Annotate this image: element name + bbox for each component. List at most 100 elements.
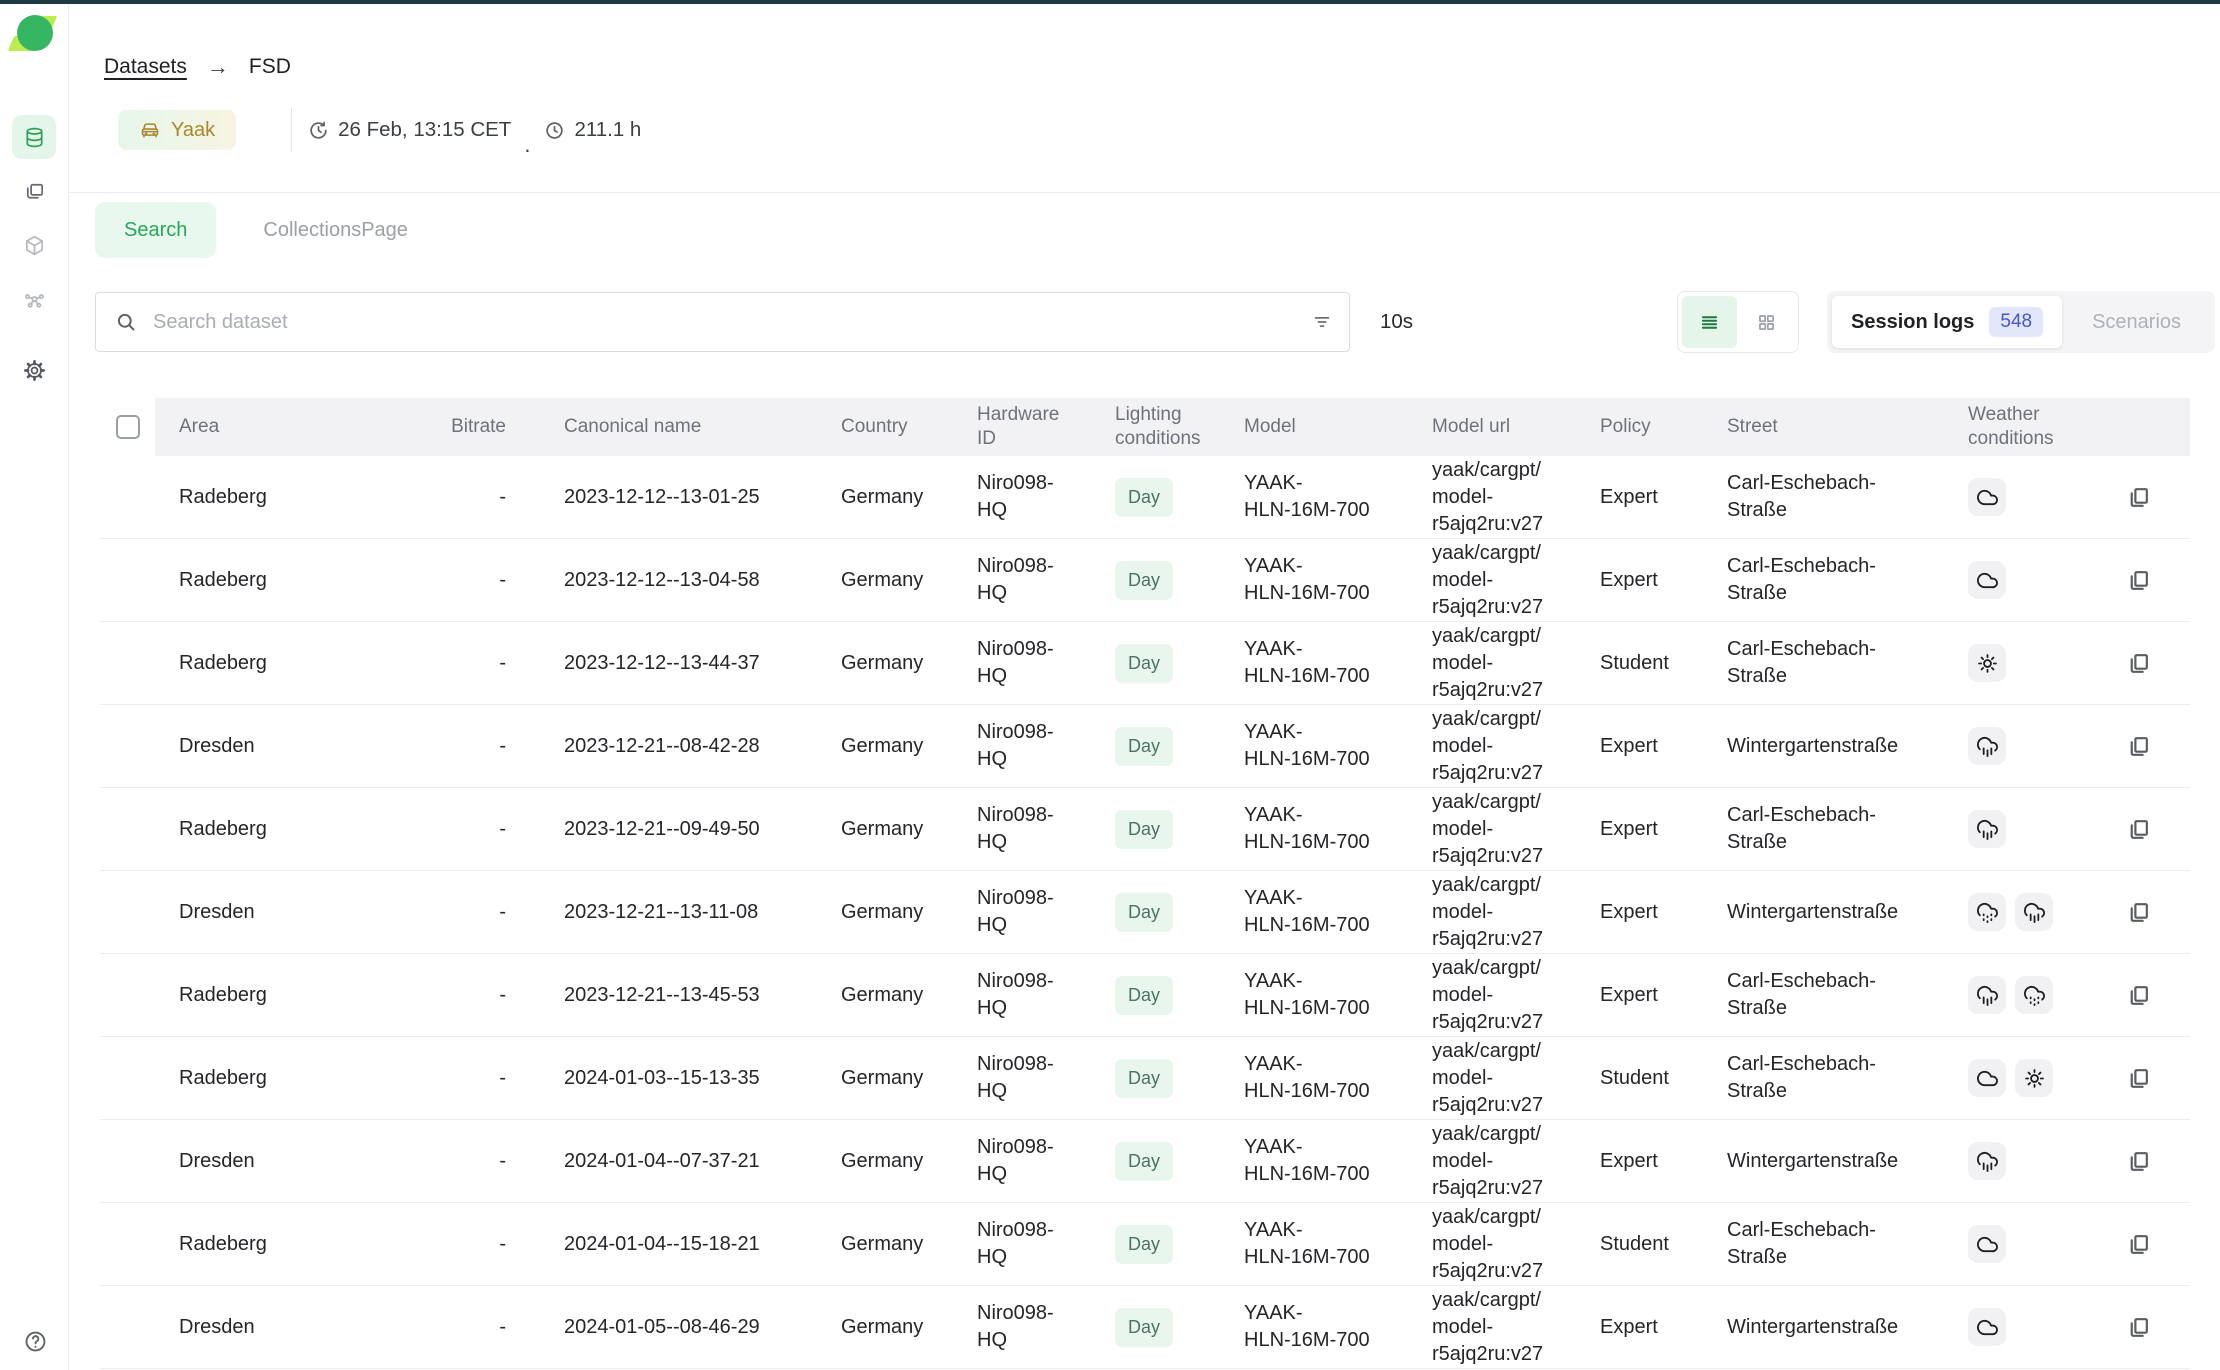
country-cell: Germany <box>810 705 965 787</box>
copy-row-button[interactable] <box>2126 900 2151 925</box>
canonical-name-cell: 2024-01-03--15-13-35 <box>520 1037 810 1119</box>
policy-cell: Expert <box>1590 539 1715 621</box>
copy-row-button[interactable] <box>2126 568 2151 593</box>
copy-row-button[interactable] <box>2126 983 2151 1008</box>
cloud-icon <box>1976 1233 1999 1256</box>
divider <box>291 108 292 152</box>
table-row[interactable]: Radeberg-2023-12-21--13-45-53GermanyNiro… <box>100 954 2190 1037</box>
country-cell: Germany <box>810 1120 965 1202</box>
lighting-badge: Day <box>1115 1308 1173 1347</box>
list-view-button[interactable] <box>1682 296 1737 348</box>
actions-cell <box>2100 705 2190 787</box>
canonical-name-cell: 2023-12-21--09-49-50 <box>520 788 810 870</box>
table-row[interactable]: Dresden-2023-12-21--08-42-28GermanyNiro0… <box>100 705 2190 788</box>
street-cell: Wintergartenstraße <box>1715 705 1950 787</box>
column-header-hardware-id: Hardware ID <box>965 398 1105 456</box>
table-row[interactable]: Dresden-2024-01-04--07-37-21GermanyNiro0… <box>100 1120 2190 1203</box>
lighting-badge: Day <box>1115 478 1173 517</box>
copy-row-button[interactable] <box>2126 1232 2151 1257</box>
filter-icon[interactable] <box>1311 311 1333 333</box>
copy-row-button[interactable] <box>2126 1315 2151 1340</box>
copy-icon <box>2126 734 2151 759</box>
search-input[interactable] <box>95 292 1350 352</box>
list-icon <box>1699 312 1720 333</box>
table-row[interactable]: Radeberg-2024-01-04--15-18-21GermanyNiro… <box>100 1203 2190 1286</box>
actions-cell <box>2100 788 2190 870</box>
policy-cell: Expert <box>1590 705 1715 787</box>
hardware-id-cell: Niro098- HQ <box>965 539 1105 621</box>
canonical-name-cell: 2023-12-21--13-45-53 <box>520 954 810 1036</box>
table-row[interactable]: Radeberg-2023-12-12--13-04-58GermanyNiro… <box>100 539 2190 622</box>
rain-icon <box>2023 901 2046 924</box>
help-button[interactable] <box>13 1319 57 1363</box>
rain-icon <box>1976 735 1999 758</box>
clip-length-filter[interactable]: 10s <box>1380 292 1413 352</box>
area-cell: Radeberg <box>155 1203 410 1285</box>
bitrate-cell: - <box>410 1286 520 1368</box>
copy-icon <box>2126 568 2151 593</box>
sidebar-item-package[interactable] <box>12 223 56 267</box>
column-header-street: Street <box>1715 398 1950 456</box>
column-header-area: Area <box>155 398 410 456</box>
canonical-name-cell: 2024-01-05--08-46-29 <box>520 1286 810 1368</box>
sidebar-item-settings[interactable] <box>12 348 56 392</box>
country-cell: Germany <box>810 788 965 870</box>
copy-row-button[interactable] <box>2126 1149 2151 1174</box>
lighting-badge: Day <box>1115 1059 1173 1098</box>
area-cell: Dresden <box>155 705 410 787</box>
search-box <box>95 292 1350 352</box>
grid-view-button[interactable] <box>1740 296 1795 348</box>
row-select-cell <box>100 1120 155 1202</box>
column-header-policy: Policy <box>1590 398 1715 456</box>
model-cell: YAAK- HLN-16M-700 <box>1230 705 1420 787</box>
weather-cell <box>1950 871 2100 953</box>
policy-cell: Expert <box>1590 456 1715 538</box>
actions-cell <box>2100 1203 2190 1285</box>
area-cell: Radeberg <box>155 788 410 870</box>
table-row[interactable]: Radeberg-2023-12-21--09-49-50GermanyNiro… <box>100 788 2190 871</box>
street-cell: Carl-Eschebach- Straße <box>1715 622 1950 704</box>
scenarios-tab[interactable]: Scenarios <box>2092 311 2181 334</box>
rain-icon <box>1976 984 1999 1007</box>
bitrate-cell: - <box>410 1120 520 1202</box>
column-header-country: Country <box>810 398 965 456</box>
select-all-checkbox[interactable] <box>116 415 140 439</box>
collections-icon <box>23 180 46 203</box>
yaak-logo[interactable] <box>10 12 56 56</box>
logo-circle <box>17 15 53 51</box>
drizzle-icon <box>1976 901 1999 924</box>
bitrate-cell: - <box>410 788 520 870</box>
area-cell: Dresden <box>155 1286 410 1368</box>
hardware-id-cell: Niro098- HQ <box>965 1120 1105 1202</box>
sidebar-item-database[interactable] <box>12 115 56 159</box>
copy-row-button[interactable] <box>2126 817 2151 842</box>
table-row[interactable]: Dresden-2024-01-05--08-46-29GermanyNiro0… <box>100 1286 2190 1369</box>
copy-row-button[interactable] <box>2126 734 2151 759</box>
column-header-canonical-name: Canonical name <box>520 398 810 456</box>
canonical-name-cell: 2023-12-12--13-04-58 <box>520 539 810 621</box>
sidebar-item-collections[interactable] <box>12 169 56 213</box>
lighting-cell: Day <box>1105 1120 1230 1202</box>
actions-cell <box>2100 871 2190 953</box>
weather-cell <box>1950 456 2100 538</box>
tab-collectionspage[interactable]: CollectionsPage <box>263 219 408 242</box>
weather-cell <box>1950 954 2100 1036</box>
policy-cell: Student <box>1590 1203 1715 1285</box>
copy-row-button[interactable] <box>2126 1066 2151 1091</box>
model-url-cell: yaak/cargpt/ model- r5ajq2ru:v27 <box>1420 788 1590 870</box>
copy-row-button[interactable] <box>2126 651 2151 676</box>
weather-chip <box>1968 810 2006 848</box>
actions-cell <box>2100 539 2190 621</box>
copy-row-button[interactable] <box>2126 485 2151 510</box>
session-logs-tab[interactable]: Session logs 548 <box>1832 296 2062 348</box>
tab-search[interactable]: Search <box>95 202 216 258</box>
table-row[interactable]: Radeberg-2023-12-12--13-44-37GermanyNiro… <box>100 622 2190 705</box>
table-row[interactable]: Dresden-2023-12-21--13-11-08GermanyNiro0… <box>100 871 2190 954</box>
sidebar-item-graph[interactable] <box>12 278 56 322</box>
table-row[interactable]: Radeberg-2023-12-12--13-01-25GermanyNiro… <box>100 456 2190 539</box>
hardware-id-cell: Niro098- HQ <box>965 1286 1105 1368</box>
table-row[interactable]: Radeberg-2024-01-03--15-13-35GermanyNiro… <box>100 1037 2190 1120</box>
hardware-id-cell: Niro098- HQ <box>965 705 1105 787</box>
breadcrumb-datasets-link[interactable]: Datasets <box>104 55 187 79</box>
street-cell: Carl-Eschebach- Straße <box>1715 788 1950 870</box>
